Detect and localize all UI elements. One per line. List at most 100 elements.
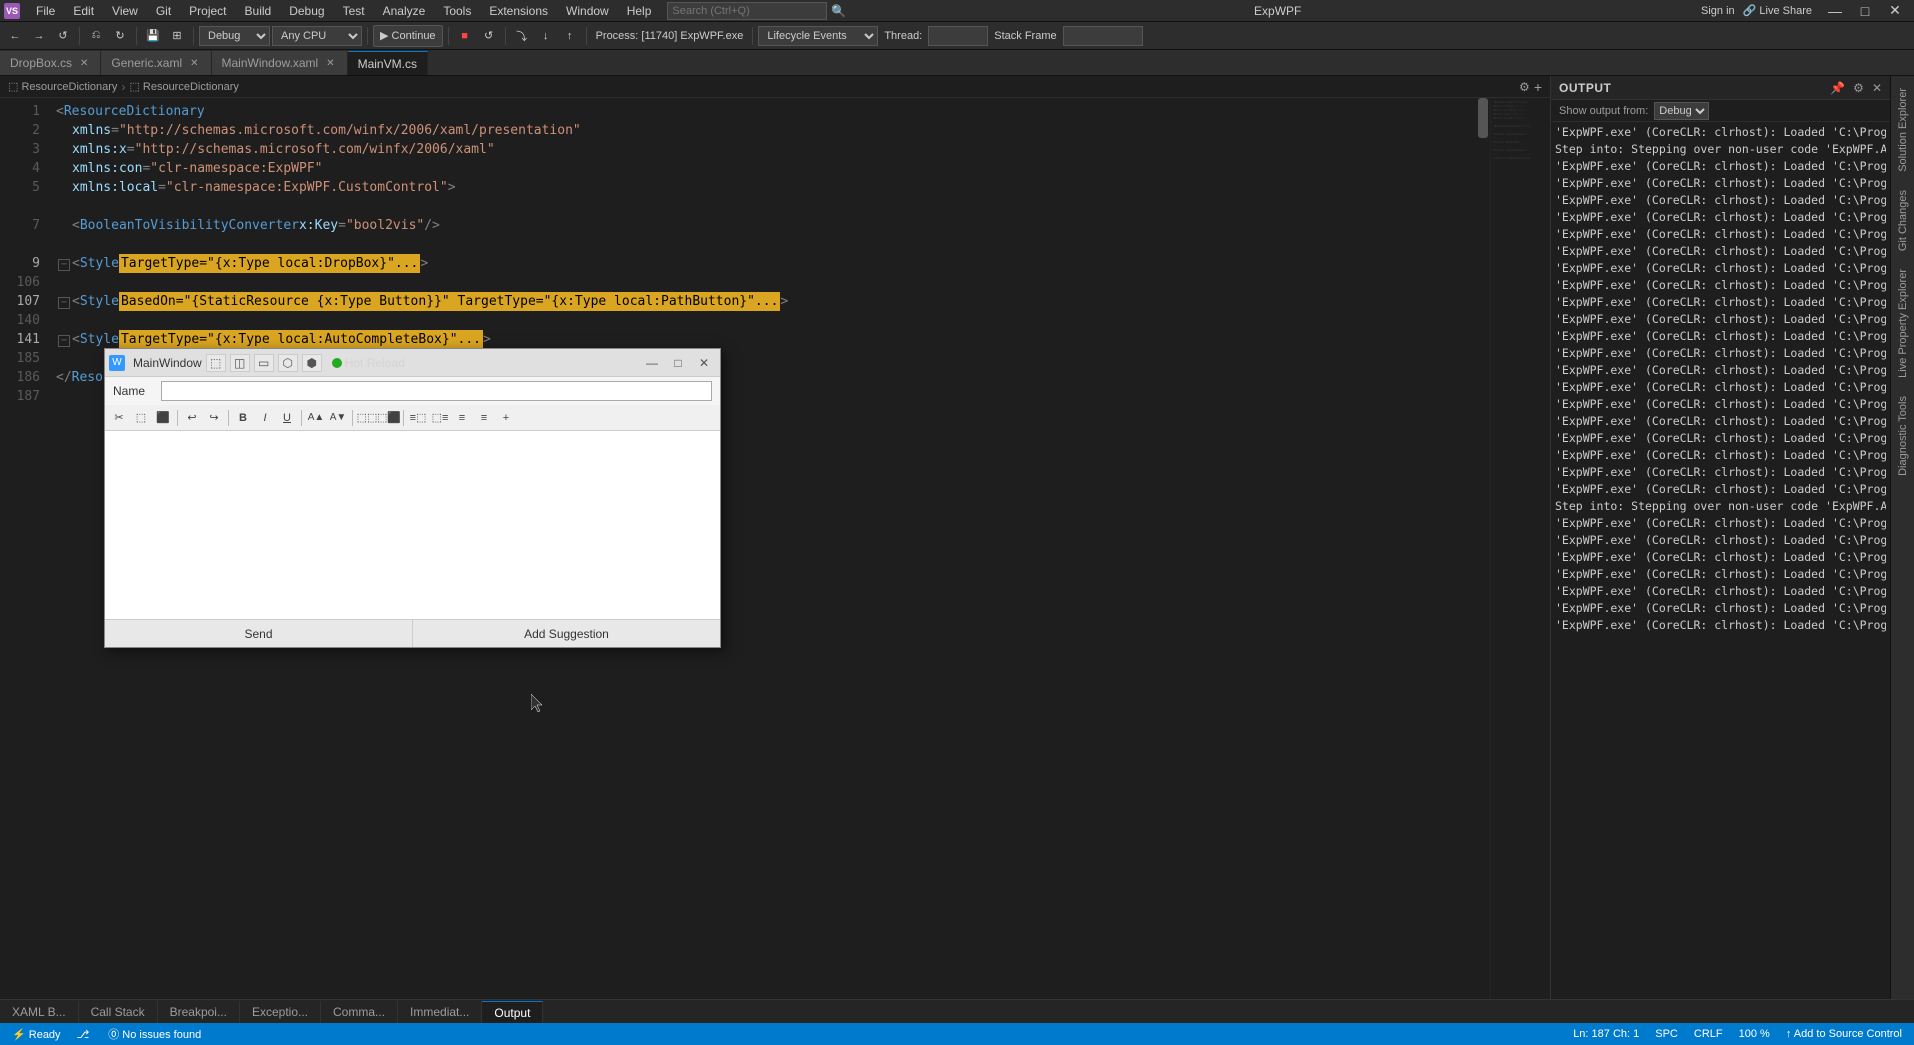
menu-analyze[interactable]: Analyze (375, 2, 434, 20)
breadcrumb-plus[interactable]: + (1534, 79, 1542, 95)
tab-exception[interactable]: Exceptio... (240, 1001, 321, 1023)
status-ready[interactable]: ⚡ Ready (8, 1028, 65, 1041)
fw-suggestion-btn[interactable]: Add Suggestion (413, 620, 720, 647)
step-over-btn[interactable]: ⤵ (511, 25, 533, 47)
menu-debug[interactable]: Debug (281, 2, 332, 20)
fw-undo-btn[interactable]: ↩ (182, 408, 202, 428)
menu-test[interactable]: Test (335, 2, 373, 20)
fw-redo-btn[interactable]: ↪ (204, 408, 224, 428)
fw-indent-btn[interactable]: ⬚⬚ (357, 408, 377, 428)
fw-cut-btn[interactable]: ✂ (109, 408, 129, 428)
right-tab-live-property[interactable]: Live Property Explorer (1893, 261, 1913, 386)
status-encoding[interactable]: SPC (1651, 1028, 1682, 1040)
output-close-icon[interactable]: ✕ (1872, 81, 1882, 95)
fw-minimize-btn[interactable]: — (640, 353, 664, 373)
status-add-source-control[interactable]: ↑ Add to Source Control (1782, 1028, 1906, 1040)
tab-output[interactable]: Output (482, 1001, 543, 1023)
status-git[interactable]: ⎇ (73, 1028, 97, 1041)
tab-mainwindow-xaml[interactable]: MainWindow.xaml ✕ (212, 51, 348, 75)
restart-btn[interactable]: ↺ (478, 25, 500, 47)
right-tab-solution-explorer[interactable]: Solution Explorer (1893, 80, 1913, 180)
fw-tool-select[interactable]: ⬚ (206, 354, 226, 372)
collapse-btn-107[interactable]: − (58, 297, 70, 309)
scrollbar-thumb[interactable] (1478, 98, 1488, 138)
fw-tool-pan[interactable]: ◫ (230, 354, 250, 372)
save-all-btn[interactable]: ⊞ (166, 25, 188, 47)
fw-content-area[interactable] (105, 431, 720, 619)
fw-underline-btn[interactable]: U (277, 408, 297, 428)
editor-scrollbar[interactable] (1476, 98, 1490, 999)
fw-fontup-btn[interactable]: A▲ (306, 408, 326, 428)
fw-send-btn[interactable]: Send (105, 620, 413, 647)
menu-file[interactable]: File (28, 2, 63, 20)
maximize-btn[interactable]: □ (1850, 0, 1880, 22)
step-into-btn[interactable]: ↓ (535, 25, 557, 47)
minimize-btn[interactable]: — (1820, 0, 1850, 22)
fw-align-center-btn[interactable]: ⬚≡ (430, 408, 450, 428)
status-line-ending[interactable]: CRLF (1690, 1028, 1727, 1040)
output-pin-icon[interactable]: 📌 (1830, 81, 1845, 95)
fw-tool-rect[interactable]: ▭ (254, 354, 274, 372)
menu-window[interactable]: Window (558, 2, 617, 20)
lifecycle-select[interactable]: Lifecycle Events (758, 26, 878, 46)
undo-btn[interactable]: ⎌ (85, 25, 107, 47)
thread-input[interactable] (928, 26, 988, 46)
fw-align-left-btn[interactable]: ≡⬚ (408, 408, 428, 428)
forward-btn[interactable]: → (28, 25, 50, 47)
fw-paste-btn[interactable]: ⬛ (153, 408, 173, 428)
fw-bold-btn[interactable]: B (233, 408, 253, 428)
fw-list-btn[interactable]: ≡ (474, 408, 494, 428)
fw-tool-hex1[interactable]: ⬡ (278, 354, 298, 372)
step-out-btn[interactable]: ↑ (559, 25, 581, 47)
menu-edit[interactable]: Edit (65, 2, 102, 20)
output-source-select[interactable]: Debug Build (1654, 102, 1709, 120)
fw-close-btn[interactable]: ✕ (692, 353, 716, 373)
close-btn[interactable]: ✕ (1880, 0, 1910, 22)
output-gear-icon[interactable]: ⚙ (1853, 81, 1864, 95)
save-btn[interactable]: 💾 (142, 25, 164, 47)
tab-breakpoints[interactable]: Breakpoi... (158, 1001, 240, 1023)
liveshare-btn[interactable]: 🔗 Live Share (1743, 4, 1812, 17)
signin-link[interactable]: Sign in (1701, 5, 1735, 17)
close-tab-icon[interactable]: ✕ (188, 58, 200, 69)
menu-git[interactable]: Git (148, 2, 179, 20)
tab-mainvm-cs[interactable]: MainVM.cs (348, 51, 428, 75)
collapse-btn-141[interactable]: − (58, 335, 70, 347)
tab-dropbox-cs[interactable]: DropBox.cs ✕ (0, 51, 101, 75)
search-input[interactable] (667, 2, 827, 20)
cpu-select[interactable]: Any CPU x64 x86 (272, 26, 362, 46)
tab-command[interactable]: Comma... (321, 1001, 398, 1023)
continue-btn[interactable]: ▶ Continue (373, 25, 443, 47)
fw-tool-hex2[interactable]: ⬢ (302, 354, 322, 372)
menu-help[interactable]: Help (619, 2, 660, 20)
output-content[interactable]: 'ExpWPF.exe' (CoreCLR: clrhost): Loaded … (1551, 122, 1890, 999)
tab-immediate[interactable]: Immediat... (398, 1001, 482, 1023)
close-tab-icon[interactable]: ✕ (78, 58, 90, 69)
menu-build[interactable]: Build (237, 2, 280, 20)
status-zoom[interactable]: 100 % (1735, 1028, 1774, 1040)
fw-hot-reload[interactable]: Hot Reload (332, 356, 405, 370)
fw-copy-btn[interactable]: ⬚ (131, 408, 151, 428)
search-icon[interactable]: 🔍 (831, 4, 846, 18)
fw-name-input[interactable] (161, 381, 712, 401)
fw-italic-btn[interactable]: I (255, 408, 275, 428)
tab-generic-xaml[interactable]: Generic.xaml ✕ (101, 51, 211, 75)
refresh-btn[interactable]: ↺ (52, 25, 74, 47)
back-btn[interactable]: ← (4, 25, 26, 47)
fw-outdent-btn[interactable]: ⬚⬛ (379, 408, 399, 428)
fw-align-right-btn[interactable]: ≡ (452, 408, 472, 428)
menu-view[interactable]: View (104, 2, 146, 20)
menu-project[interactable]: Project (181, 2, 234, 20)
status-issues[interactable]: ⓪ No issues found (104, 1026, 205, 1042)
breadcrumb-gear[interactable]: ⚙ (1519, 80, 1530, 94)
redo-btn[interactable]: ↻ (109, 25, 131, 47)
right-tab-git-changes[interactable]: Git Changes (1893, 182, 1913, 259)
menu-tools[interactable]: Tools (435, 2, 479, 20)
breadcrumb-resource[interactable]: ⬚ ResourceDictionary (129, 80, 238, 93)
tab-xaml-binding[interactable]: XAML B... (0, 1001, 79, 1023)
menu-extensions[interactable]: Extensions (481, 2, 556, 20)
fw-maximize-btn[interactable]: □ (666, 353, 690, 373)
right-tab-diagnostic[interactable]: Diagnostic Tools (1893, 388, 1913, 484)
tab-call-stack[interactable]: Call Stack (79, 1001, 158, 1023)
breadcrumb-dict[interactable]: ⬚ ResourceDictionary (8, 80, 117, 93)
